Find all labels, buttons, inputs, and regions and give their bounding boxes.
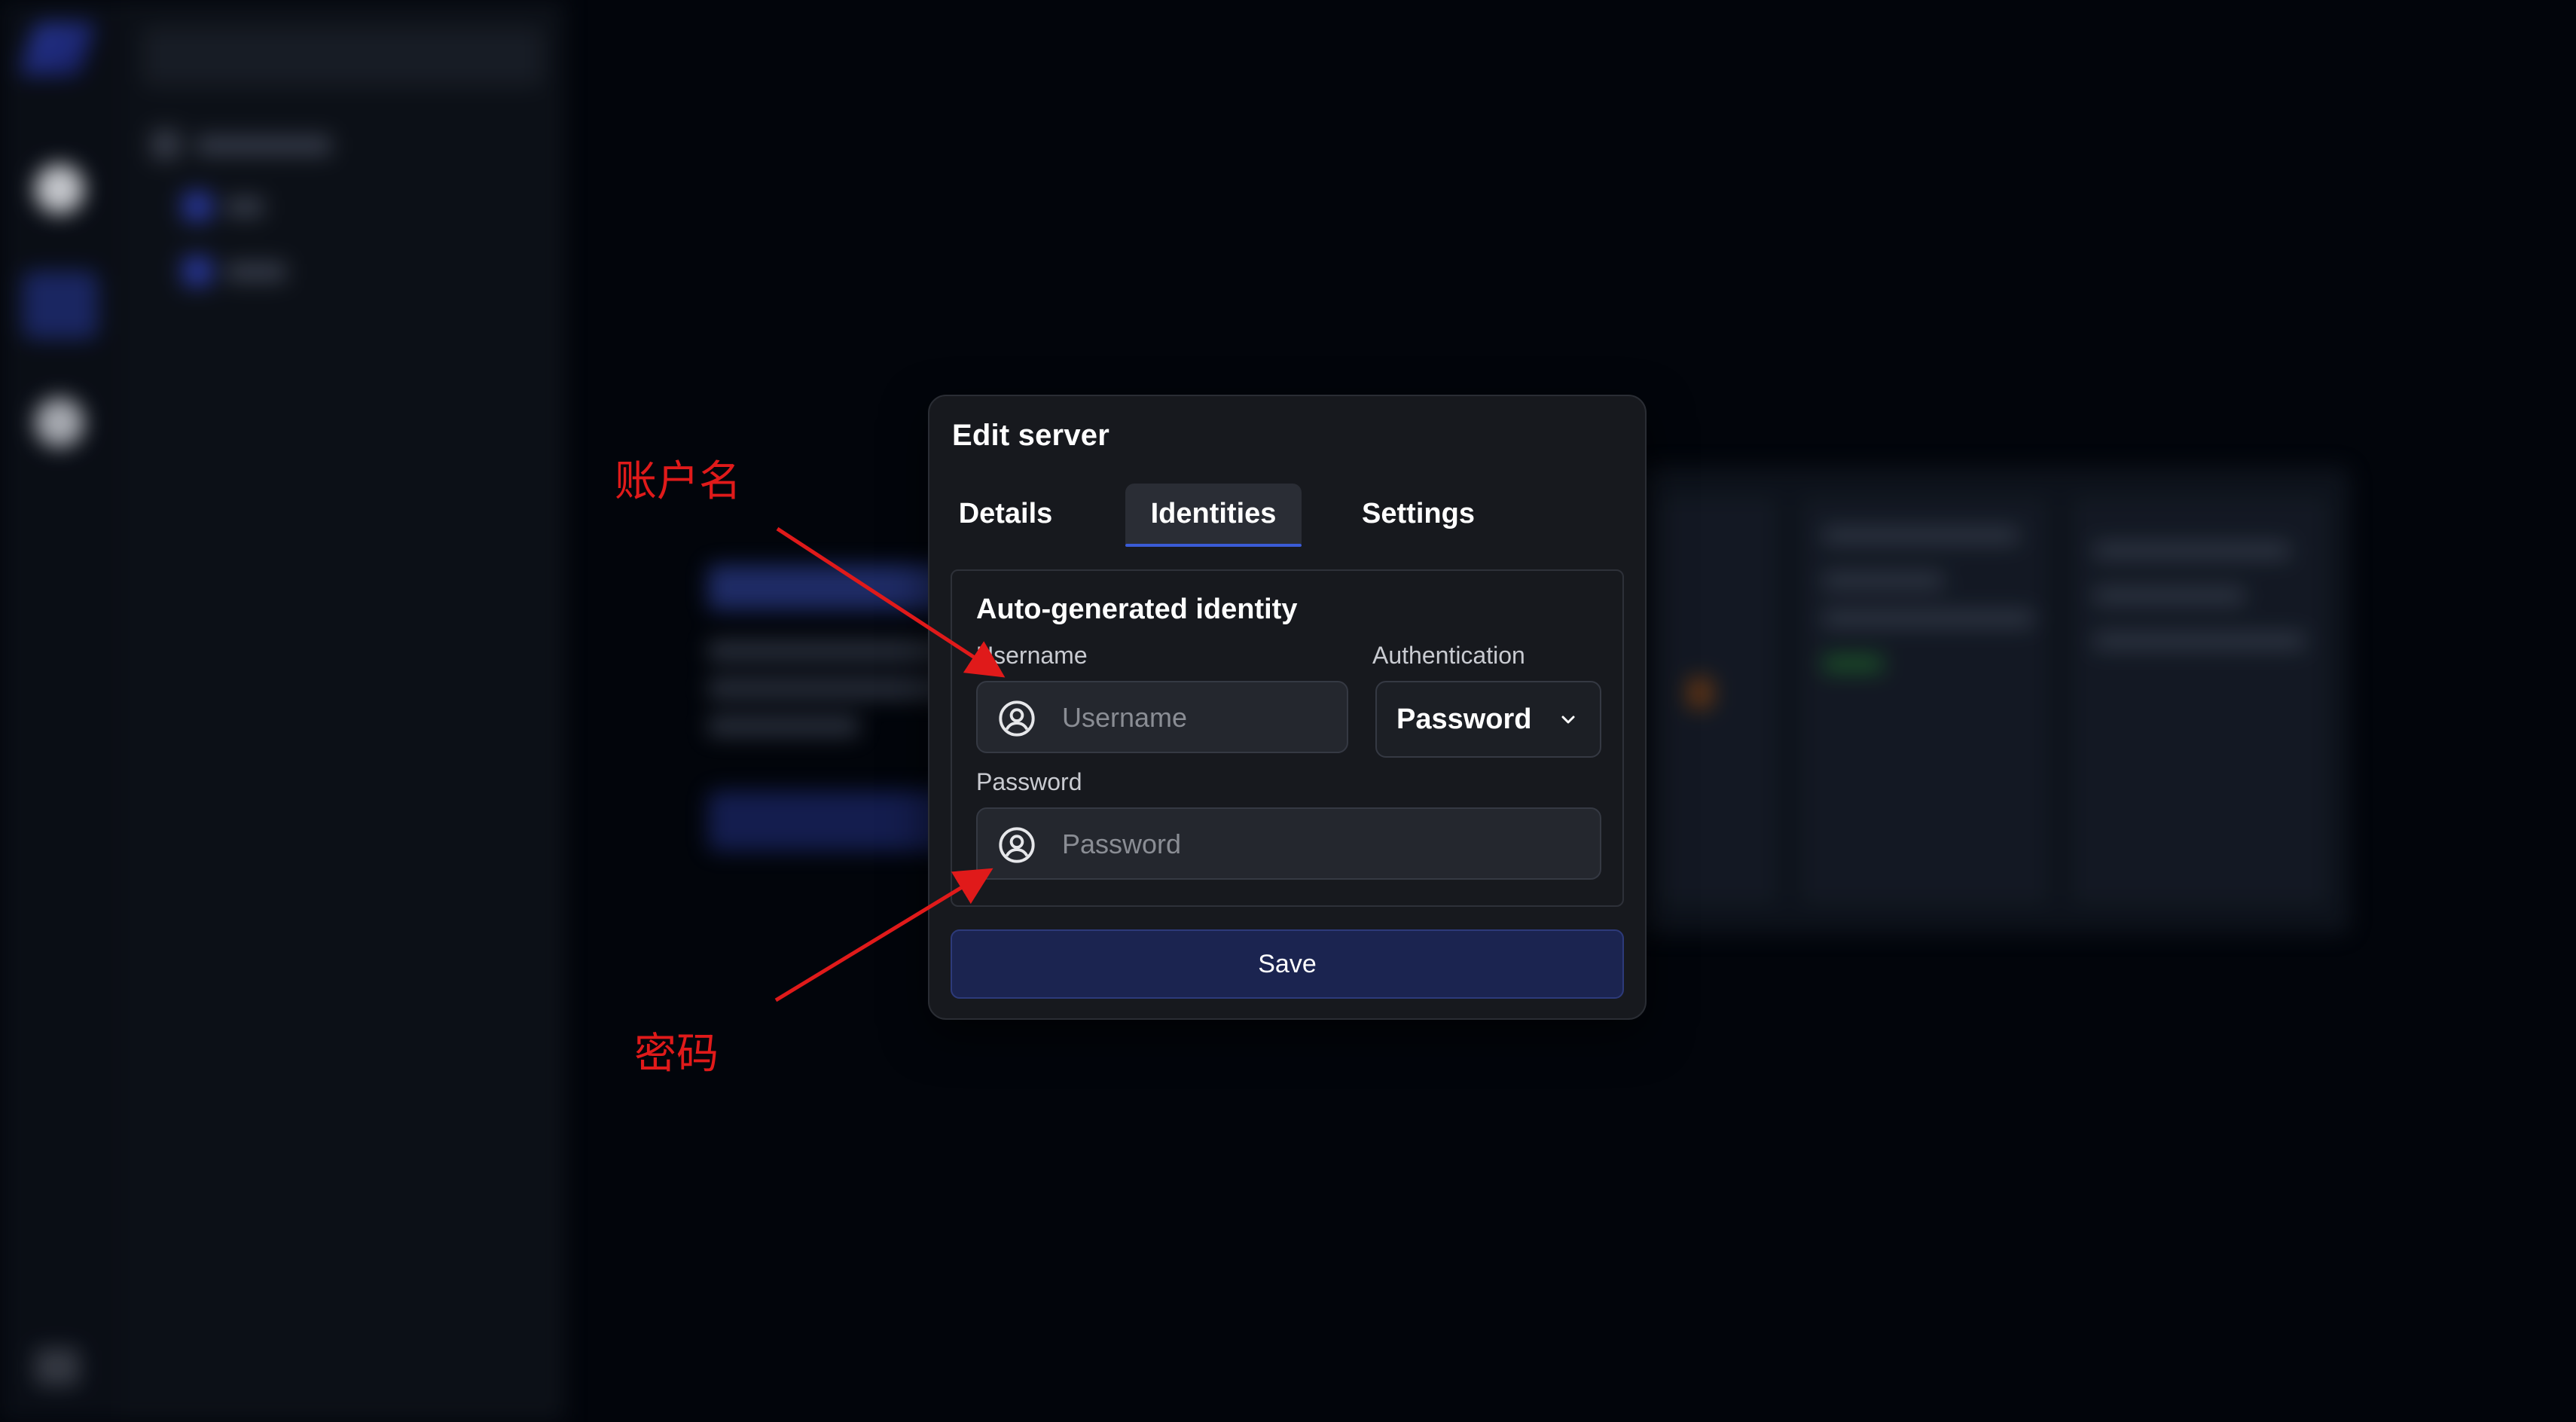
preview-icon [1687, 678, 1713, 708]
preview-line [1823, 572, 1943, 589]
identity-group-title: Auto-generated identity [976, 594, 1298, 625]
authentication-label: Authentication [1372, 642, 1525, 669]
screen: Edit server Details Identities Settings … [0, 0, 2576, 1422]
app-sidebar [121, 0, 565, 1422]
preview-line [1823, 527, 2019, 544]
chevron-down-icon [1561, 716, 1575, 724]
annotation-password-text: 密码 [634, 1030, 719, 1079]
preview-panel [1642, 467, 2350, 934]
sidebar-line [226, 262, 286, 282]
tab-details[interactable]: Details [939, 484, 1073, 544]
app-rail [0, 0, 121, 1422]
authentication-selected-value: Password [1396, 703, 1532, 735]
rail-bottom-icon [35, 1348, 80, 1386]
server-icon [182, 256, 212, 286]
username-label: Username [976, 642, 1088, 669]
dialog-title: Edit server [952, 419, 1109, 452]
edit-server-dialog: Edit server Details Identities Settings … [928, 395, 1647, 1020]
password-input[interactable] [1061, 809, 1585, 880]
sidebar-line [196, 136, 331, 155]
sidebar-line [226, 197, 264, 217]
username-input-wrapper [976, 681, 1348, 753]
preview-column [1657, 497, 1778, 904]
password-label: Password [976, 768, 1082, 795]
auto-generated-identity-group: Auto-generated identity Username Authent… [951, 569, 1624, 907]
app-logo-icon [18, 23, 96, 75]
server-icon [182, 191, 212, 221]
preview-line [2094, 633, 2305, 649]
tab-settings[interactable]: Settings [1332, 484, 1505, 544]
welcome-line [708, 716, 859, 737]
authentication-select[interactable]: Password [1375, 681, 1601, 758]
tab-identities[interactable]: Identities [1125, 484, 1302, 547]
preview-column [1800, 497, 2049, 904]
rail-item-icon [35, 164, 84, 214]
folder-icon [151, 130, 181, 160]
rail-item-icon [35, 398, 84, 447]
username-input[interactable] [1061, 682, 1332, 753]
sidebar-search [143, 27, 542, 86]
welcome-button [708, 791, 957, 851]
preview-line [1823, 610, 2034, 627]
welcome-title [708, 565, 957, 610]
user-circle-icon [999, 700, 1035, 737]
preview-line [1823, 655, 1883, 672]
user-circle-icon [999, 827, 1035, 863]
rail-item-active-icon [23, 271, 98, 339]
save-button[interactable]: Save [951, 929, 1624, 999]
annotation-username-text: 账户名 [615, 457, 741, 506]
preview-line [2094, 542, 2290, 559]
password-input-wrapper [976, 807, 1601, 880]
preview-line [2094, 587, 2245, 604]
